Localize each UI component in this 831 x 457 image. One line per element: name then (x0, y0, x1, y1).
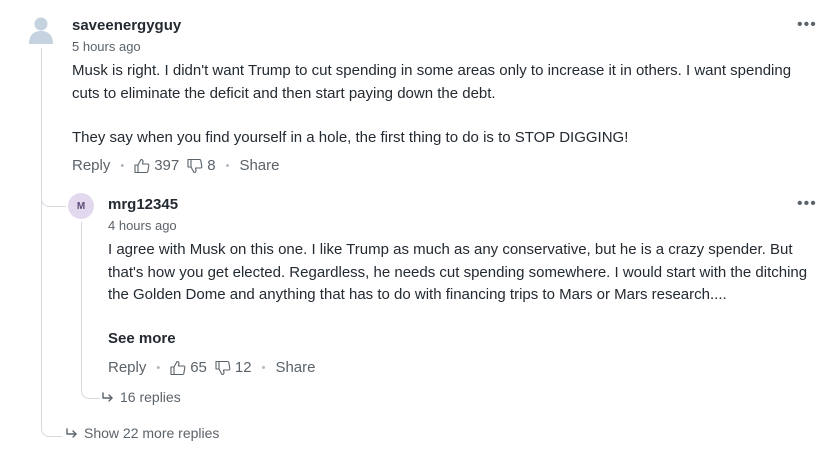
reply-reply-button[interactable]: Reply (108, 359, 146, 376)
reply-thread-line (81, 222, 82, 377)
reply-actions: Reply • 65 12 • Share (108, 359, 315, 376)
show-more-replies-link[interactable]: Show 22 more replies (66, 425, 219, 441)
thumbs-up-icon (170, 360, 186, 375)
separator-dot: • (261, 361, 266, 374)
generic-user-icon[interactable] (28, 16, 54, 44)
reply-like-count: 65 (190, 359, 207, 376)
reply-arrow-icon (102, 392, 113, 402)
comment-thread-line (41, 48, 42, 380)
comment-paragraph: Musk is right. I didn't want Trump to cu… (72, 62, 792, 102)
reply-dislike-count: 12 (234, 359, 252, 376)
see-more-link[interactable]: See more (108, 330, 176, 347)
thumbs-down-icon (215, 360, 231, 375)
reply-body: I agree with Musk on this one. I like Tr… (108, 241, 808, 303)
comment-timestamp: 5 hours ago (72, 39, 141, 54)
reply-timestamp: 4 hours ago (108, 218, 177, 233)
reply-avatar[interactable]: M (68, 193, 94, 219)
comment-like-button[interactable]: 397 (134, 157, 187, 174)
separator-dot: • (156, 361, 161, 374)
comment-paragraph: They say when you find yourself in a hol… (72, 129, 629, 146)
reply-more-menu-icon[interactable]: ••• (797, 196, 817, 212)
thumbs-down-icon (187, 158, 203, 173)
reply-connector (41, 178, 66, 207)
comment-dislike-button[interactable]: 8 (187, 157, 216, 174)
comment-share-button[interactable]: Share (239, 157, 279, 174)
reply-like-button[interactable]: 65 (170, 359, 215, 376)
reply-username[interactable]: mrg12345 (108, 196, 178, 213)
comment-like-count: 397 (154, 157, 180, 174)
reply-dislike-button[interactable]: 12 (215, 359, 252, 376)
view-replies-link[interactable]: 16 replies (102, 389, 181, 405)
replies-connector (81, 370, 100, 399)
comment-reply-button[interactable]: Reply (72, 157, 110, 174)
comment-dislike-count: 8 (207, 157, 216, 174)
comment-actions: Reply • 397 8 • Share (72, 157, 279, 174)
show-more-replies-label: Show 22 more replies (84, 425, 220, 441)
show-more-connector (41, 380, 62, 437)
separator-dot: • (120, 159, 125, 172)
view-replies-label: 16 replies (120, 389, 181, 405)
reply-arrow-icon (66, 428, 77, 438)
reply-share-button[interactable]: Share (275, 359, 315, 376)
thumbs-up-icon (134, 158, 150, 173)
separator-dot: • (225, 159, 230, 172)
comment-more-menu-icon[interactable]: ••• (797, 17, 817, 33)
comment-username[interactable]: saveenergyguy (72, 17, 181, 34)
comment-body: Musk is right. I didn't want Trump to cu… (72, 60, 807, 150)
